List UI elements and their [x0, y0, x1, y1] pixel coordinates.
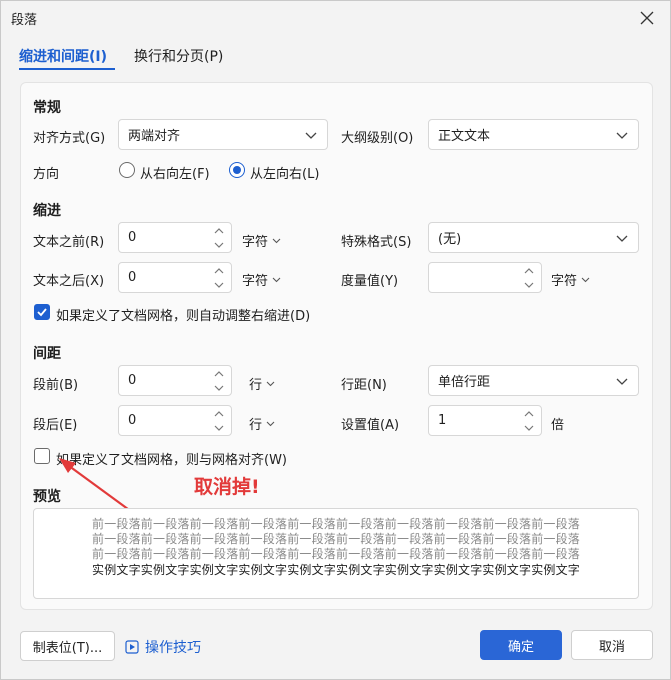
chevron-up-icon[interactable]: [523, 266, 535, 276]
chevron-up-icon[interactable]: [213, 409, 225, 419]
indent-before-spinner[interactable]: [213, 226, 225, 250]
chevron-down-icon[interactable]: [213, 423, 225, 433]
space-after-input[interactable]: 0: [118, 405, 232, 436]
indent-heading: 缩进: [33, 203, 61, 219]
dialog-title: 段落: [11, 13, 38, 28]
chevron-down-icon: [616, 132, 628, 139]
setting-value-spinner[interactable]: [523, 409, 535, 433]
measure-spinner[interactable]: [523, 266, 535, 290]
indent-before-label: 文本之前(R): [33, 235, 105, 250]
title-bar: 段落: [1, 1, 670, 35]
ok-button[interactable]: 确定: [480, 630, 562, 660]
chevron-down-icon: [272, 277, 281, 283]
preview-prev-line: 前一段落前一段落前一段落前一段落前一段落前一段落前一段落前一段落前一段落前一段落: [92, 547, 581, 561]
general-heading: 常规: [33, 100, 61, 116]
tabs-button[interactable]: 制表位(T)...: [20, 631, 115, 661]
paragraph-dialog: 段落 缩进和间距(I) 换行和分页(P) 常规 对齐方式(G) 两端对齐 大纲级…: [0, 0, 671, 680]
indent-after-unit: 字符: [242, 274, 269, 289]
indent-after-unit-dropdown[interactable]: 字符: [242, 270, 281, 289]
indent-after-input[interactable]: 0: [118, 262, 232, 293]
active-tab-indicator: [19, 68, 115, 70]
chevron-down-icon: [581, 277, 590, 283]
line-spacing-value: 单倍行距: [438, 375, 491, 390]
chevron-down-icon: [305, 132, 317, 139]
outline-level-select[interactable]: 正文文本: [428, 119, 639, 150]
ltr-label[interactable]: 从左向右(L): [250, 163, 319, 182]
special-format-value: (无): [438, 232, 462, 247]
cancel-button[interactable]: 取消: [571, 630, 653, 660]
chevron-down-icon[interactable]: [213, 240, 225, 250]
tab-indent-spacing[interactable]: 缩进和间距(I): [19, 46, 107, 66]
alignment-value: 两端对齐: [128, 129, 181, 144]
setting-value-input[interactable]: 1: [428, 405, 542, 436]
preview-box: 前一段落前一段落前一段落前一段落前一段落前一段落前一段落前一段落前一段落前一段落…: [33, 508, 639, 599]
measure-unit-dropdown[interactable]: 字符: [551, 270, 590, 289]
close-icon[interactable]: [636, 7, 658, 29]
chevron-up-icon[interactable]: [523, 409, 535, 419]
indent-after-label: 文本之后(X): [33, 274, 105, 289]
chevron-down-icon[interactable]: [523, 280, 535, 290]
space-before-unit-dropdown[interactable]: 行: [249, 374, 275, 393]
space-after-unit: 行: [249, 418, 263, 433]
direction-label: 方向: [33, 167, 60, 182]
preview-sample-line: 实例文字实例文字实例文字实例文字实例文字实例文字实例文字实例文字实例文字实例文字: [92, 563, 581, 577]
chevron-down-icon: [272, 238, 281, 244]
space-before-label: 段前(B): [33, 378, 79, 393]
space-after-unit-dropdown[interactable]: 行: [249, 414, 275, 433]
checkmark-icon: [37, 308, 47, 317]
chevron-down-icon: [266, 421, 275, 427]
alignment-label: 对齐方式(G): [33, 131, 106, 146]
indent-before-input[interactable]: 0: [118, 222, 232, 253]
spacing-heading: 间距: [33, 346, 61, 362]
space-before-spinner[interactable]: [213, 369, 225, 393]
measure-unit: 字符: [551, 274, 578, 289]
space-before-input[interactable]: 0: [118, 365, 232, 396]
alignment-select[interactable]: 两端对齐: [118, 119, 328, 150]
chevron-down-icon[interactable]: [213, 383, 225, 393]
line-spacing-label: 行距(N): [341, 378, 387, 393]
chevron-up-icon[interactable]: [213, 266, 225, 276]
preview-heading: 预览: [33, 489, 61, 505]
tips-label: 操作技巧: [145, 640, 201, 656]
indent-before-unit-dropdown[interactable]: 字符: [242, 231, 281, 250]
auto-adjust-checkbox[interactable]: [34, 304, 50, 320]
measure-label: 度量值(Y): [341, 274, 399, 289]
space-before-unit: 行: [249, 378, 263, 393]
measure-input[interactable]: [428, 262, 542, 293]
indent-after-spinner[interactable]: [213, 266, 225, 290]
chevron-up-icon[interactable]: [213, 226, 225, 236]
chevron-down-icon: [616, 378, 628, 385]
tips-link[interactable]: 操作技巧: [125, 637, 201, 657]
annotation-text: 取消掉!: [194, 476, 260, 498]
setting-value-label: 设置值(A): [341, 418, 400, 433]
ltr-radio[interactable]: [229, 162, 245, 178]
chevron-down-icon: [616, 235, 628, 242]
rtl-radio[interactable]: [119, 162, 135, 178]
snap-to-grid-checkbox[interactable]: [34, 448, 50, 464]
indent-before-unit: 字符: [242, 235, 269, 250]
tab-line-page-breaks[interactable]: 换行和分页(P): [134, 46, 223, 66]
auto-adjust-label[interactable]: 如果定义了文档网格，则自动调整右缩进(D): [56, 305, 310, 324]
snap-to-grid-label[interactable]: 如果定义了文档网格，则与网格对齐(W): [56, 449, 287, 468]
chevron-down-icon[interactable]: [523, 423, 535, 433]
outline-level-label: 大纲级别(O): [341, 131, 414, 146]
rtl-label[interactable]: 从右向左(F): [140, 163, 210, 182]
chevron-down-icon[interactable]: [213, 280, 225, 290]
outline-level-value: 正文文本: [438, 129, 491, 144]
chevron-down-icon: [266, 381, 275, 387]
space-after-label: 段后(E): [33, 418, 78, 433]
play-icon: [125, 640, 139, 654]
chevron-up-icon[interactable]: [213, 369, 225, 379]
space-after-spinner[interactable]: [213, 409, 225, 433]
special-format-select[interactable]: (无): [428, 222, 639, 253]
special-format-label: 特殊格式(S): [341, 235, 412, 250]
line-spacing-select[interactable]: 单倍行距: [428, 365, 639, 396]
setting-value-unit: 倍: [551, 418, 565, 433]
